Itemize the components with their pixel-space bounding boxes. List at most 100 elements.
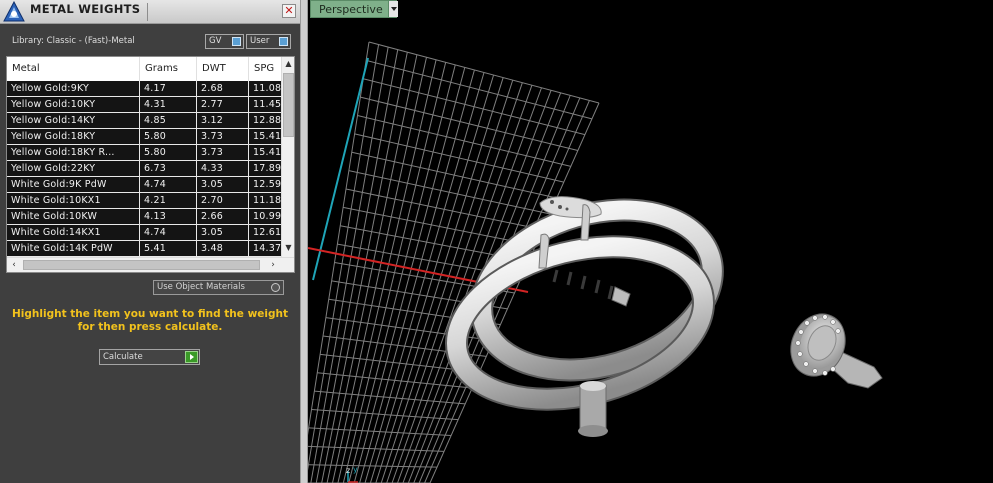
table-row[interactable]: White Gold:14K PdW 5.41 3.48 14.37 [7, 241, 281, 257]
grid-line [429, 102, 600, 483]
cell-metal: White Gold:14KX1 [7, 225, 140, 241]
viewport-view-selector[interactable]: Perspective [310, 0, 398, 18]
table-body: Yellow Gold:9KY 4.17 2.68 11.08 Yellow Gold:… [7, 81, 281, 257]
user-toggle-indicator [279, 37, 288, 46]
column-header-dwt[interactable]: DWT [197, 57, 249, 81]
instruction-text: Highlight the item you want to find the … [12, 308, 288, 333]
viewport-view-label: Perspective [319, 3, 383, 16]
cell-spg: 11.45 [249, 97, 281, 113]
table-row[interactable]: Yellow Gold:22KY 6.73 4.33 17.89 [7, 161, 281, 177]
axis-z-label: z [346, 466, 350, 475]
user-toggle[interactable]: User [246, 34, 291, 49]
axis-gizmo-icon: z y [346, 465, 358, 483]
cell-metal: Yellow Gold:9KY [7, 81, 140, 97]
user-toggle-label: User [250, 36, 270, 46]
grid-line [310, 46, 389, 483]
viewport-scene[interactable] [308, 0, 993, 483]
scroll-left-arrow-icon[interactable]: ‹ [7, 258, 21, 272]
cell-metal: Yellow Gold:22KY [7, 161, 140, 177]
calculate-label: Calculate [103, 352, 143, 362]
grid-line [364, 72, 485, 483]
cell-metal: Yellow Gold:14KY [7, 113, 140, 129]
horizontal-scrollbar[interactable]: ‹ › [7, 257, 294, 272]
cell-spg: 15.41 [249, 145, 281, 161]
cell-metal: Yellow Gold:18KY [7, 129, 140, 145]
cell-dwt: 2.77 [197, 97, 249, 113]
gv-toggle[interactable]: GV [205, 34, 244, 49]
cell-grams: 4.13 [140, 209, 197, 225]
cell-spg: 15.41 [249, 129, 281, 145]
cell-dwt: 2.70 [197, 193, 249, 209]
panel-titlebar: METAL WEIGHTS ✕ [0, 0, 300, 24]
cell-grams: 5.80 [140, 145, 197, 161]
cell-grams: 5.80 [140, 129, 197, 145]
table-row[interactable]: White Gold:9K PdW 4.74 3.05 12.59 [7, 177, 281, 193]
cell-spg: 12.59 [249, 177, 281, 193]
axis-y-label: y [353, 465, 358, 474]
cell-spg: 12.88 [249, 113, 281, 129]
cell-dwt: 3.12 [197, 113, 249, 129]
cell-spg: 12.61 [249, 225, 281, 241]
table-row[interactable]: White Gold:10KX1 4.21 2.70 11.18 [7, 193, 281, 209]
cell-spg: 11.08 [249, 81, 281, 97]
grid-line [308, 464, 438, 468]
cell-dwt: 3.73 [197, 145, 249, 161]
title-separator [147, 3, 148, 21]
table-header: Metal Grams DWT SPG [7, 57, 281, 81]
cell-metal: White Gold:9K PdW [7, 177, 140, 193]
table-row[interactable]: White Gold:14KX1 4.74 3.05 12.61 [7, 225, 281, 241]
radio-icon[interactable] [271, 283, 280, 292]
scroll-up-arrow-icon[interactable]: ▲ [282, 57, 294, 71]
column-header-metal[interactable]: Metal [7, 57, 140, 81]
grid-line [424, 100, 590, 483]
grid-line [315, 49, 399, 483]
cell-metal: Yellow Gold:18KY R... [7, 145, 140, 161]
vertical-scrollbar[interactable]: ▲ ▼ [281, 57, 294, 257]
perspective-viewport[interactable]: Perspective z y [308, 0, 993, 483]
cell-grams: 4.31 [140, 97, 197, 113]
table-row[interactable]: Yellow Gold:10KY 4.31 2.77 11.45 [7, 97, 281, 113]
panel-title: METAL WEIGHTS [30, 2, 141, 16]
cell-grams: 4.17 [140, 81, 197, 97]
library-label: Library: Classic - (Fast)-Metal [12, 36, 135, 46]
use-object-materials-option[interactable]: Use Object Materials [153, 280, 284, 295]
cell-grams: 6.73 [140, 161, 197, 177]
gv-toggle-indicator [232, 37, 241, 46]
cell-spg: 17.89 [249, 161, 281, 177]
y-axis-line [312, 57, 369, 281]
metal-weights-panel: METAL WEIGHTS ✕ Library: Classic - (Fast… [0, 0, 300, 483]
metal-table: Metal Grams DWT SPG Yellow Gold:9KY 4.17 2… [6, 56, 295, 273]
cell-dwt: 3.48 [197, 241, 249, 257]
column-header-grams[interactable]: Grams [140, 57, 197, 81]
cell-dwt: 4.33 [197, 161, 249, 177]
cell-dwt: 3.05 [197, 225, 249, 241]
cell-metal: White Gold:14K PdW [7, 241, 140, 257]
calculate-button[interactable]: Calculate [99, 349, 200, 365]
table-row[interactable]: Yellow Gold:18KY 5.80 3.73 15.41 [7, 129, 281, 145]
panel-splitter[interactable] [300, 0, 308, 483]
play-arrow-icon[interactable] [185, 351, 198, 363]
cell-spg: 10.99 [249, 209, 281, 225]
vertical-scroll-thumb[interactable] [283, 73, 294, 137]
table-row[interactable]: Yellow Gold:9KY 4.17 2.68 11.08 [7, 81, 281, 97]
cell-spg: 14.37 [249, 241, 281, 257]
cell-grams: 5.41 [140, 241, 197, 257]
table-row[interactable]: White Gold:10KW 4.13 2.66 10.99 [7, 209, 281, 225]
scroll-down-arrow-icon[interactable]: ▼ [282, 241, 294, 255]
grid-line [397, 87, 542, 483]
scroll-right-arrow-icon[interactable]: › [266, 258, 280, 272]
chevron-down-icon[interactable] [388, 1, 398, 17]
table-row[interactable]: Yellow Gold:18KY R... 5.80 3.73 15.41 [7, 145, 281, 161]
table-row[interactable]: Yellow Gold:14KY 4.85 3.12 12.88 [7, 113, 281, 129]
cell-metal: Yellow Gold:10KY [7, 97, 140, 113]
cell-spg: 11.18 [249, 193, 281, 209]
use-object-materials-label: Use Object Materials [157, 282, 245, 292]
horizontal-scroll-thumb[interactable] [23, 260, 260, 270]
cell-dwt: 3.05 [197, 177, 249, 193]
small-ring-model[interactable] [781, 305, 883, 389]
app-logo-icon [3, 1, 25, 22]
cell-grams: 4.74 [140, 225, 197, 241]
cell-dwt: 2.68 [197, 81, 249, 97]
cell-grams: 4.74 [140, 177, 197, 193]
close-button[interactable]: ✕ [282, 4, 296, 18]
